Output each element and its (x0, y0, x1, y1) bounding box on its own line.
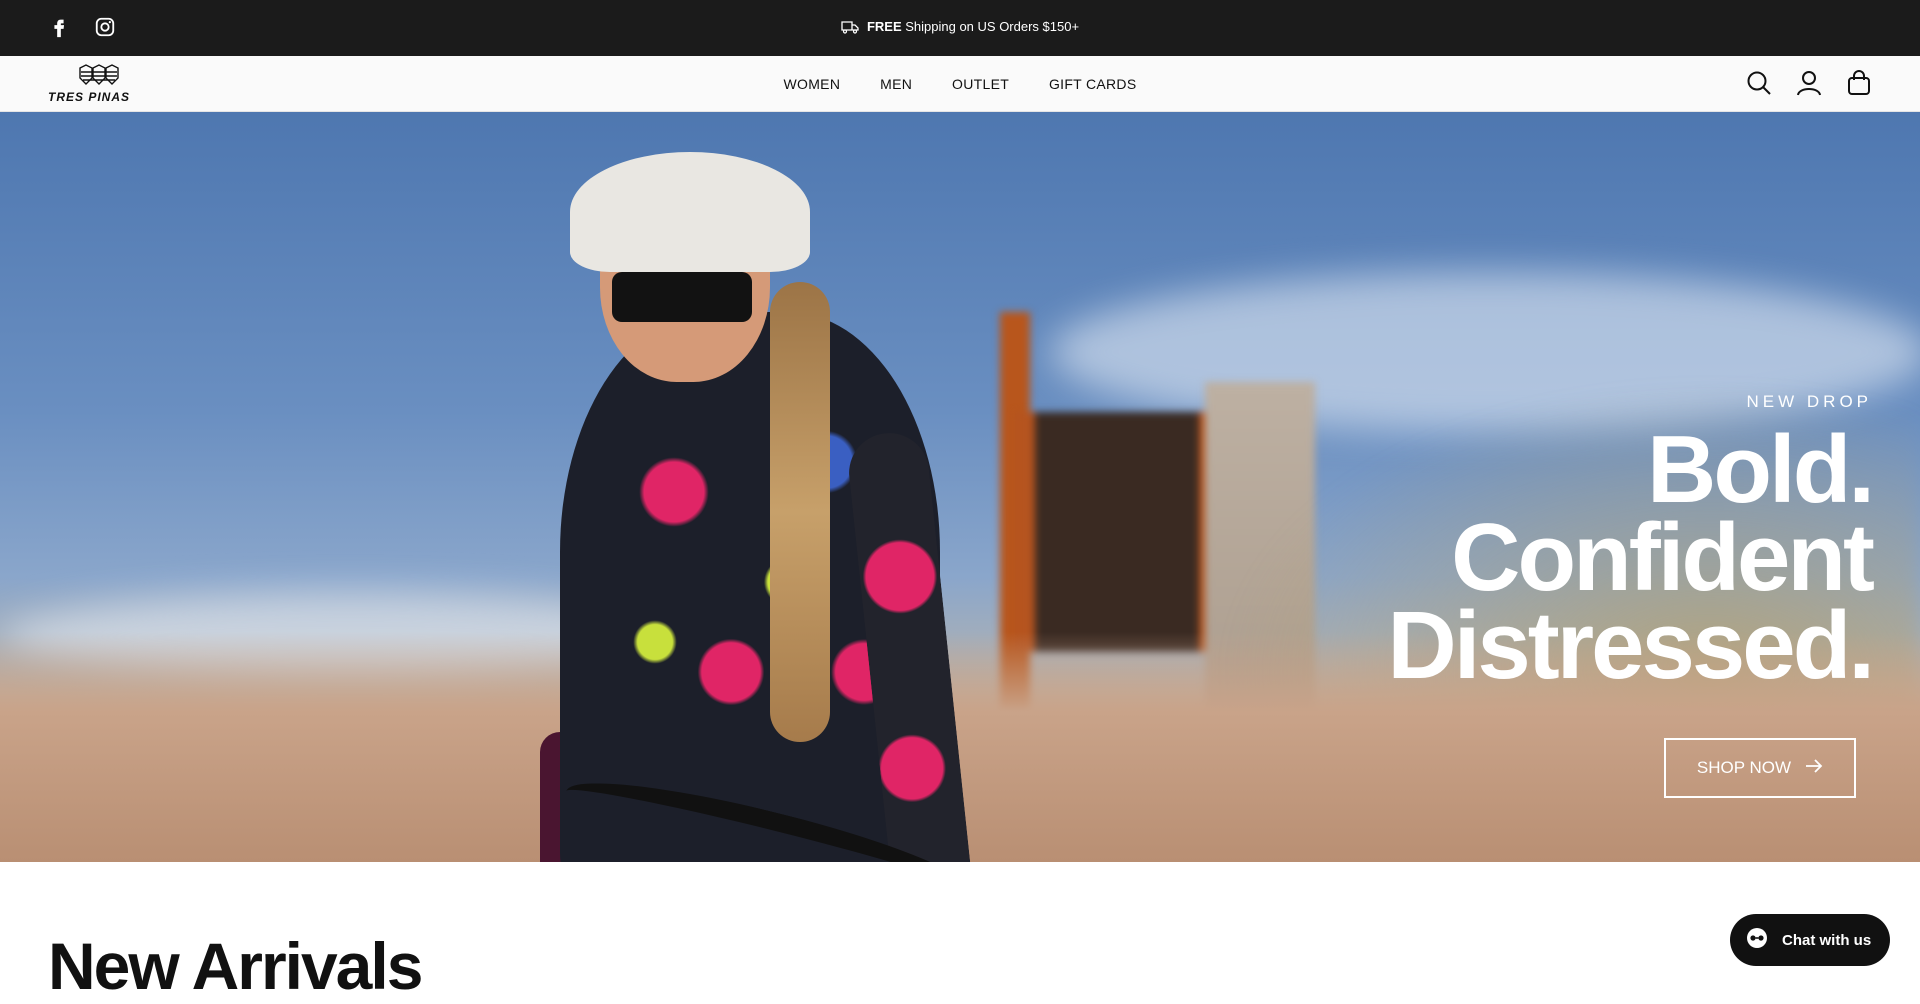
cart-icon[interactable] (1846, 70, 1872, 96)
truck-icon (841, 20, 859, 37)
arrow-right-icon (1805, 758, 1823, 778)
shop-now-label: SHOP NOW (1696, 758, 1792, 777)
rider-braid (770, 282, 830, 742)
nav-gift-cards[interactable]: GIFT CARDS (1049, 76, 1137, 92)
chat-icon (1746, 927, 1768, 953)
shop-now-button[interactable]: SHOP NOW (1664, 738, 1856, 798)
headline-line-2: Confident (1451, 504, 1875, 611)
nav-women[interactable]: WOMEN (784, 76, 841, 92)
announcement-bar: FREE Shipping on US Orders $150+ (0, 0, 1920, 56)
nav-men[interactable]: MEN (880, 76, 912, 92)
hero-headline: Bold. Confident Distressed. (1387, 416, 1875, 699)
header-actions (1746, 70, 1872, 96)
search-icon[interactable] (1746, 70, 1772, 96)
headline-line-3: Distressed. (1387, 592, 1875, 699)
main-nav: WOMEN MEN OUTLET GIFT CARDS (0, 76, 1920, 92)
nav-outlet[interactable]: OUTLET (952, 76, 1009, 92)
shipping-announcement[interactable]: FREE Shipping on US Orders $150+ (0, 19, 1920, 37)
announcement-text: Shipping on US Orders $150+ (901, 19, 1080, 34)
announcement-bold: FREE (866, 19, 902, 34)
logo-wordmark: TRES PINAS (48, 90, 131, 104)
chat-widget-button[interactable]: Chat with us (1730, 914, 1890, 966)
rider-helmet (570, 152, 810, 272)
headline-line-1: Bold. (1647, 416, 1875, 523)
rider-sunglasses (612, 272, 752, 322)
site-header: TRES PINAS WOMEN MEN OUTLET GIFT CARDS (0, 56, 1920, 112)
hero-sign (1015, 412, 1215, 652)
hero-banner[interactable]: NEW DROP Bold. Confident Distressed. SHO… (0, 112, 1920, 862)
hero-copy: NEW DROP Bold. Confident Distressed. (1387, 392, 1875, 699)
chat-label: Chat with us (1782, 931, 1872, 949)
account-icon[interactable] (1796, 70, 1822, 96)
hero-eyebrow: NEW DROP (1746, 392, 1872, 411)
